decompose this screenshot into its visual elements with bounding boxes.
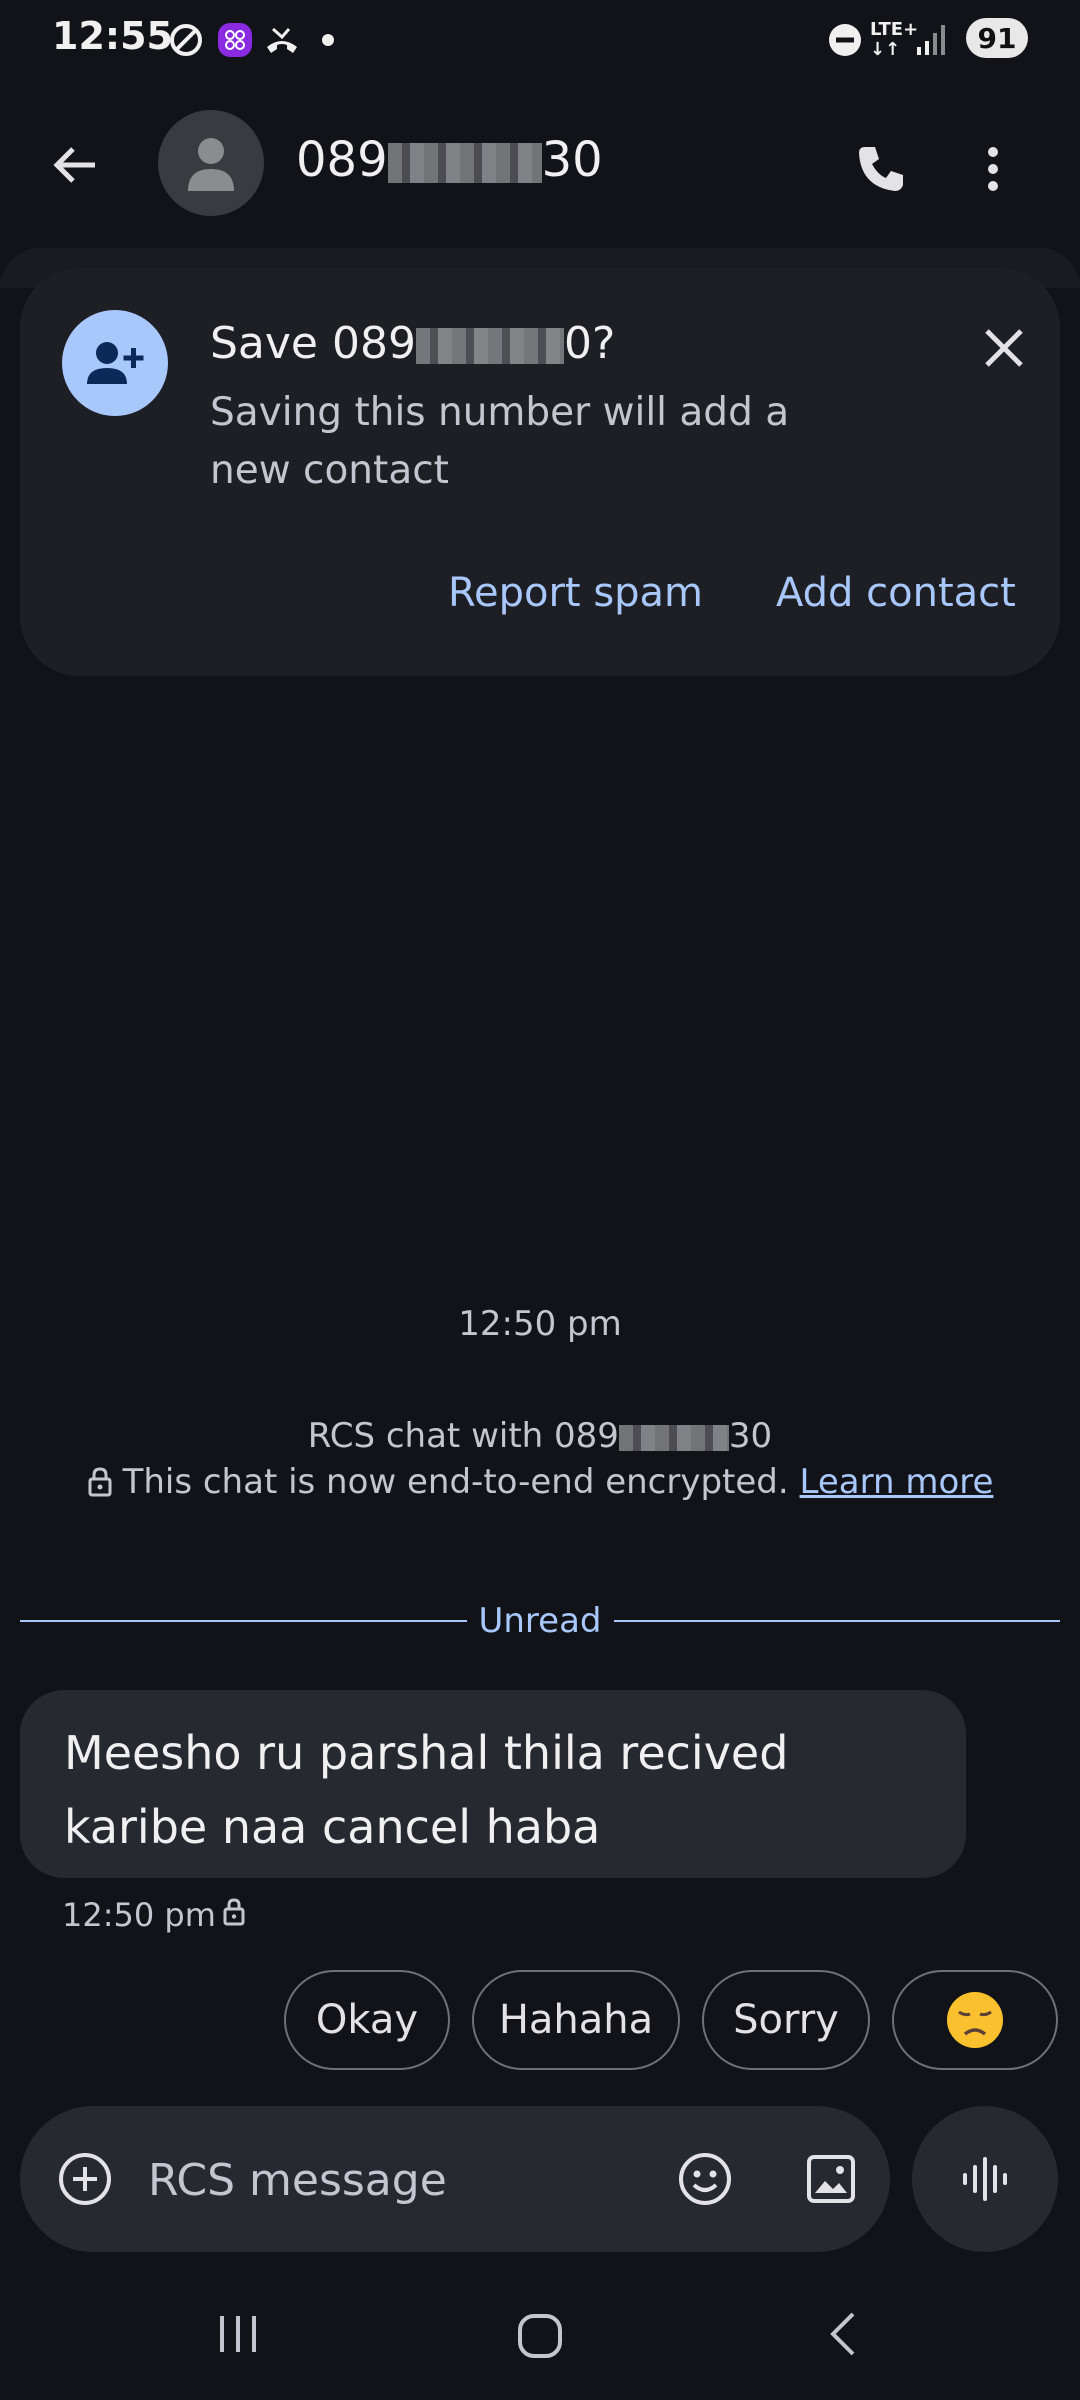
call-button[interactable] <box>846 134 916 204</box>
smart-reply-sorry[interactable]: Sorry <box>702 1970 870 2070</box>
person-add-icon <box>87 342 144 384</box>
dnd-off-icon <box>166 18 206 62</box>
status-time: 12:55 <box>52 14 173 58</box>
back-button[interactable] <box>40 130 110 200</box>
add-attachment-button[interactable] <box>54 2148 116 2210</box>
nav-recents-button[interactable] <box>214 2310 262 2358</box>
card-subtitle: Saving this number will add a new contac… <box>210 390 790 493</box>
notification-dot-icon <box>322 34 334 46</box>
add-contact-button[interactable]: Add contact <box>776 570 1016 616</box>
smart-reply-hahaha[interactable]: Hahaha <box>472 1970 680 2070</box>
phone-icon <box>859 147 903 191</box>
learn-more-link[interactable]: Learn more <box>800 1462 994 1502</box>
rcs-info: RCS chat with 089 30 <box>307 1416 773 1456</box>
missed-call-icon <box>262 18 302 62</box>
unread-divider: Unread <box>20 1601 1061 1641</box>
status-bar: 12:55 LTE+ ↓↑ 91 <box>0 0 1080 80</box>
redacted-digits <box>618 1424 729 1451</box>
emoji-button[interactable] <box>670 2144 740 2214</box>
app-notification-icon <box>214 18 256 62</box>
card-title: Save 089 0? <box>210 318 616 369</box>
divider-line-right <box>613 1620 1061 1622</box>
close-icon <box>985 329 1023 367</box>
message-timestamp: 12:50 pm <box>62 1896 216 1934</box>
redacted-digits <box>415 328 564 364</box>
dnd-icon <box>826 18 864 62</box>
message-text: Meesho ru parshal thila recived karibe n… <box>64 1726 789 1854</box>
image-icon <box>807 2155 855 2203</box>
smart-reply-emoji[interactable]: 😞 <box>892 1970 1058 2070</box>
unread-label: Unread <box>478 1601 602 1641</box>
smart-reply-okay[interactable]: Okay <box>284 1970 450 2070</box>
voice-wave-icon <box>963 2157 1007 2201</box>
network-type: LTE+ ↓↑ <box>870 19 919 60</box>
more-options-button[interactable] <box>968 134 1018 204</box>
report-spam-button[interactable]: Report spam <box>448 570 703 616</box>
card-avatar <box>62 310 168 416</box>
message-input[interactable] <box>146 2146 650 2214</box>
divider-line-left <box>20 1620 467 1622</box>
save-contact-card: Save 089 0? Saving this number will add a… <box>20 268 1060 676</box>
more-vert-icon <box>988 147 998 191</box>
sad-face-emoji <box>947 1992 1003 2048</box>
contact-avatar[interactable] <box>158 110 264 216</box>
emoji-icon <box>679 2153 731 2205</box>
incoming-message-bubble[interactable]: Meesho ru parshal thila recived karibe n… <box>20 1690 966 1878</box>
nav-back-button[interactable] <box>818 2310 866 2358</box>
contact-number[interactable]: 089 30 <box>296 132 603 188</box>
encryption-info: This chat is now end-to-end encrypted. L… <box>0 1462 1080 1502</box>
nav-home-button[interactable] <box>514 2310 566 2362</box>
back-icon <box>53 147 95 183</box>
redacted-digits <box>387 143 542 183</box>
nav-back-icon <box>830 2312 855 2356</box>
voice-message-button[interactable] <box>912 2106 1058 2252</box>
lock-icon <box>222 1898 246 1930</box>
signal-icon <box>914 18 950 62</box>
battery-indicator: 91 <box>966 18 1028 58</box>
conversation-timestamp: 12:50 pm <box>458 1304 622 1344</box>
lock-icon <box>88 1467 112 1497</box>
person-icon <box>188 138 234 191</box>
encryption-text: This chat is now end-to-end encrypted. <box>122 1462 789 1502</box>
nav-home-icon <box>518 2314 562 2358</box>
close-card-button[interactable] <box>972 316 1036 380</box>
add-circle-icon <box>59 2153 111 2205</box>
nav-recents-icon <box>220 2316 256 2352</box>
gallery-button[interactable] <box>796 2144 866 2214</box>
compose-bar <box>20 2106 890 2252</box>
app-bar: 089 30 <box>0 110 1080 220</box>
